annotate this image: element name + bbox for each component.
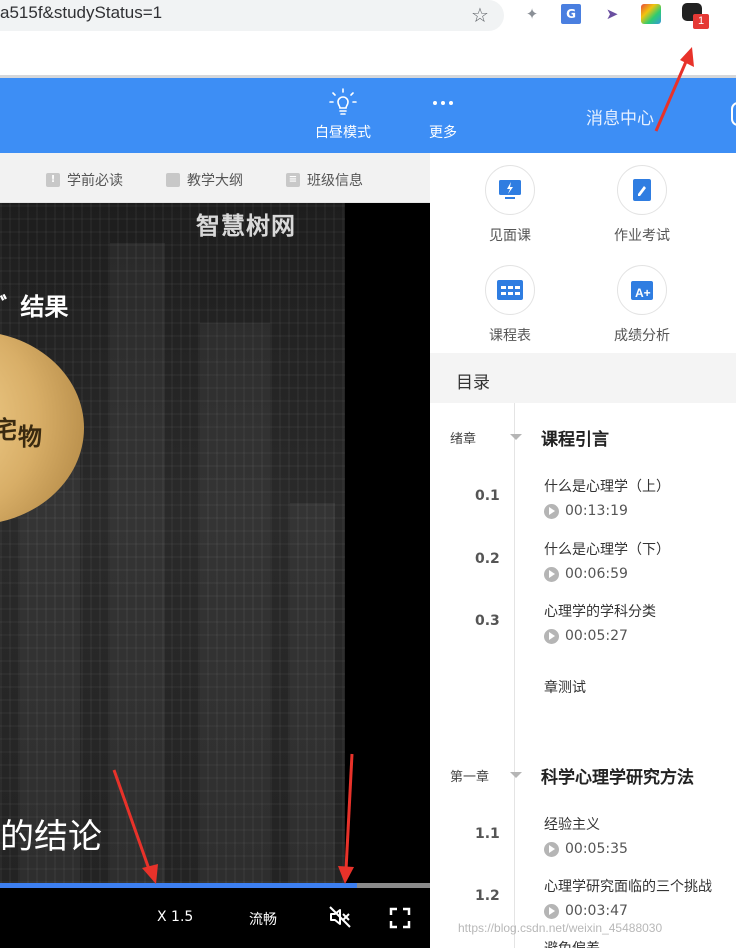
lesson-number: 0.3 xyxy=(475,613,500,629)
chapter-title: 科学心理学研究方法 xyxy=(541,768,694,788)
grade-analysis-button[interactable]: A+ 成绩分析 xyxy=(592,265,692,345)
bookmark-star-icon[interactable]: ☆ xyxy=(471,3,489,27)
schedule-label: 课程表 xyxy=(489,328,531,344)
more-label: 更多 xyxy=(429,125,457,141)
schedule-icon xyxy=(485,265,535,315)
lesson-duration-text: 00:03:47 xyxy=(565,903,628,919)
quality-button[interactable]: 流畅 xyxy=(249,909,277,929)
catalog-title: 目录 xyxy=(456,373,490,393)
pre-study-tab[interactable]: ! 学前必读 xyxy=(46,170,123,190)
message-center-link[interactable]: 消息中心 xyxy=(586,104,654,129)
building-silhouette xyxy=(200,323,270,883)
slide-result-word: 结果 xyxy=(20,293,69,321)
circle-text: 宅物 xyxy=(0,410,42,452)
lesson-duration: 00:05:35 xyxy=(544,841,628,857)
extension-bird-icon[interactable]: ✦ xyxy=(522,4,542,24)
live-class-button[interactable]: 见面课 xyxy=(460,165,560,245)
progress-bar[interactable] xyxy=(0,883,430,888)
lesson-title: 经验主义 xyxy=(544,817,600,833)
timeline-line xyxy=(514,403,515,948)
red-arrow-mute xyxy=(338,753,354,884)
class-info-tab[interactable]: ≡ 班级信息 xyxy=(286,170,363,190)
red-arrow-speed xyxy=(112,769,158,884)
red-arrow-extension xyxy=(654,47,694,132)
lesson-number: 1.1 xyxy=(475,826,500,842)
play-circle-icon xyxy=(544,903,559,919)
catalog-header: 目录 xyxy=(430,353,736,403)
address-bar-url: a515f&studyStatus=1 xyxy=(0,3,163,22)
book-icon xyxy=(166,173,180,187)
csdn-watermark: https://blog.csdn.net/weixin_45488030 xyxy=(458,921,663,935)
lesson-number: 0.2 xyxy=(475,551,500,567)
daylight-mode-label: 白昼模式 xyxy=(315,125,371,141)
play-circle-icon xyxy=(544,503,559,519)
chapter-tag: 绪章 xyxy=(450,432,477,447)
mute-icon[interactable] xyxy=(328,905,352,929)
circle-text-partial: 宅 xyxy=(0,416,17,444)
video-player[interactable]: 智慧树网 ﾞ 结果 宅物 的结论 X 1.5 流畅 xyxy=(0,203,430,948)
syllabus-label: 教学大纲 xyxy=(187,173,243,189)
lesson-number: 0.1 xyxy=(475,488,500,504)
progress-fill xyxy=(0,883,357,888)
homework-exam-button[interactable]: 作业考试 xyxy=(592,165,692,245)
daylight-mode-button[interactable]: 白昼模式 xyxy=(310,78,376,142)
class-info-label: 班级信息 xyxy=(307,173,363,189)
more-button[interactable]: 更多 xyxy=(418,78,468,142)
live-class-label: 见面课 xyxy=(489,228,531,244)
extension-badge: 1 xyxy=(693,14,709,29)
lesson-title: 什么是心理学（下） xyxy=(544,542,670,558)
play-circle-icon xyxy=(544,628,559,644)
browser-toolbar: a515f&studyStatus=1 ☆ ✦ G ➤ 1 xyxy=(0,0,736,78)
play-circle-icon xyxy=(544,566,559,582)
building-silhouette xyxy=(290,503,335,883)
lesson-number: 1.2 xyxy=(475,888,500,904)
google-translate-icon[interactable]: G xyxy=(561,4,581,24)
syllabus-tab[interactable]: 教学大纲 xyxy=(166,170,243,190)
pre-study-label: 学前必读 xyxy=(67,173,123,189)
subtitle-conclusion: 的结论 xyxy=(0,817,102,857)
top-nav: 白昼模式 更多 消息中心 xyxy=(0,78,736,153)
lesson-duration-text: 00:06:59 xyxy=(565,566,628,582)
homework-exam-label: 作业考试 xyxy=(614,228,670,244)
course-sidebar: 见面课 作业考试 课程表 A+ 成绩分析 目录 绪章 课程引言 0.1 什么是心… xyxy=(430,153,736,948)
homework-icon xyxy=(617,165,667,215)
lesson-duration: 00:05:27 xyxy=(544,628,628,644)
lightbulb-icon xyxy=(329,88,357,115)
slide-result-text: ﾞ 结果 xyxy=(0,293,69,321)
lesson-duration: 00:03:47 xyxy=(544,903,628,919)
lesson-title: 心理学的学科分类 xyxy=(544,604,656,620)
lesson-title: 什么是心理学（上） xyxy=(544,479,670,495)
lesson-duration-text: 00:05:35 xyxy=(565,841,628,857)
grade-analysis-label: 成绩分析 xyxy=(614,328,670,344)
svg-text:A+: A+ xyxy=(635,286,651,300)
lesson-title: 章测试 xyxy=(544,680,586,696)
screen: a515f&studyStatus=1 ☆ ✦ G ➤ 1 白昼模式 更多 消息… xyxy=(0,0,736,948)
list-icon: ≡ xyxy=(286,173,300,187)
lesson-title: 心理学研究面临的三个挑战 xyxy=(544,879,712,895)
cursor-extension-icon[interactable]: ➤ xyxy=(602,4,622,24)
more-dots-icon xyxy=(433,101,453,105)
exclamation-icon: ! xyxy=(46,173,60,187)
fullscreen-icon[interactable] xyxy=(389,907,411,929)
chapter-title: 课程引言 xyxy=(541,430,609,450)
lesson-duration-text: 00:05:27 xyxy=(565,628,628,644)
lesson-title-cutoff[interactable]: 避免偏差 xyxy=(544,938,600,948)
colorful-extension-icon[interactable] xyxy=(641,4,661,24)
caret-down-icon xyxy=(510,772,522,778)
caret-down-icon xyxy=(510,434,522,440)
chapter-tag: 第一章 xyxy=(450,770,490,785)
circle-text-char: 物 xyxy=(18,423,42,451)
course-subnav: ! 学前必读 教学大纲 ≡ 班级信息 xyxy=(0,153,430,203)
address-bar[interactable]: a515f&studyStatus=1 xyxy=(0,0,504,31)
meeting-icon xyxy=(485,165,535,215)
play-circle-icon xyxy=(544,841,559,857)
lesson-duration-text: 00:13:19 xyxy=(565,503,628,519)
lesson-duration: 00:13:19 xyxy=(544,503,628,519)
schedule-button[interactable]: 课程表 xyxy=(460,265,560,345)
lesson-duration: 00:06:59 xyxy=(544,566,628,582)
zhihuishu-logo: 智慧树网 xyxy=(196,212,296,240)
speed-button[interactable]: X 1.5 xyxy=(157,909,193,925)
user-ring-icon[interactable] xyxy=(731,102,736,126)
grade-analysis-icon: A+ xyxy=(617,265,667,315)
